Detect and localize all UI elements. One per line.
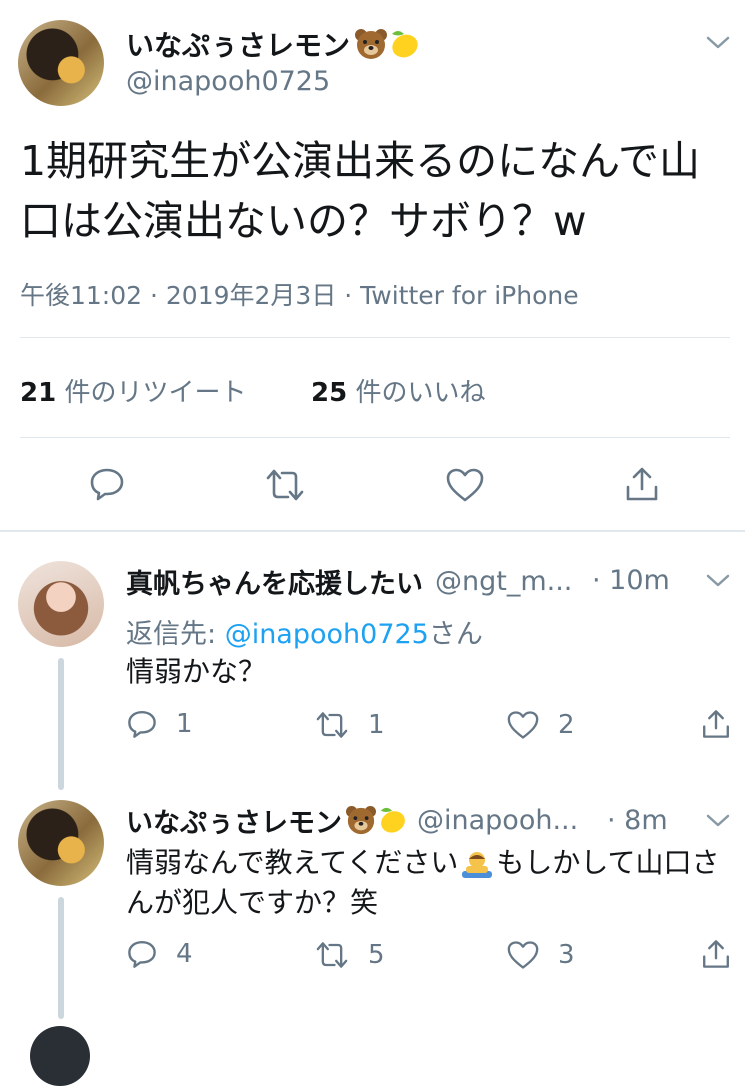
share-button[interactable] [623, 465, 661, 503]
thread-line [58, 658, 64, 790]
reply-author-avatar[interactable] [18, 561, 104, 647]
like-label: 件のいいね [355, 378, 486, 408]
bear-face-icon [345, 805, 377, 835]
like-button[interactable]: 3 [506, 940, 575, 970]
retweet-icon [266, 469, 304, 501]
retweet-stats[interactable]: 21 件のリツイート [20, 372, 246, 409]
retweet-button[interactable] [264, 467, 306, 503]
like-count: 3 [558, 940, 575, 970]
divider [20, 337, 730, 338]
like-count: 25 [311, 378, 348, 408]
reply-count: 4 [176, 939, 193, 969]
reply-author-handle: @ngt_m... [435, 565, 573, 597]
reply-time[interactable]: · 8m [607, 805, 668, 836]
retweet-icon [316, 942, 348, 968]
author-name-row[interactable]: いなぷぅさレモン [126, 24, 422, 64]
replying-to: 返信先: @inapooh0725さん [126, 612, 483, 651]
retweet-label: 件のリツイート [64, 378, 247, 408]
reply-text-line2: んが犯人ですか？笑 [126, 886, 379, 919]
thread-line [58, 897, 64, 1019]
lemon-icon [388, 28, 422, 60]
chevron-down-icon[interactable] [705, 812, 731, 830]
replying-to-label: 返信先: [126, 619, 225, 650]
author-handle[interactable]: @inapooh0725 [126, 66, 330, 97]
heart-icon [446, 468, 484, 502]
bear-face-icon [354, 28, 388, 60]
reply-icon [90, 468, 124, 501]
tweet-timestamp[interactable]: 午後11:02 · 2019年2月3日 · Twitter for iPhone [20, 276, 579, 312]
reply-author-avatar[interactable] [18, 800, 104, 886]
retweet-count: 1 [368, 710, 385, 740]
author-name: いなぷぅさレモン [126, 29, 351, 62]
reply-header[interactable]: 真帆ちゃんを応援したい @ngt_m... [126, 562, 572, 600]
chevron-down-icon[interactable] [705, 572, 731, 590]
like-stats[interactable]: 25 件のいいね [311, 372, 485, 409]
heart-icon [507, 711, 539, 739]
divider [20, 437, 730, 438]
like-button[interactable]: 2 [506, 710, 575, 740]
heart-icon [507, 941, 539, 969]
reply-icon [128, 711, 156, 738]
reply-button[interactable] [88, 465, 126, 503]
like-button[interactable] [445, 467, 485, 503]
reply-count: 1 [176, 709, 193, 739]
share-icon [703, 940, 729, 968]
reply-author-name: いなぷぅさレモン [126, 807, 342, 839]
replying-to-handle[interactable]: @inapooh0725 [225, 619, 429, 650]
divider [0, 530, 745, 532]
share-button[interactable] [700, 708, 732, 740]
reply-button[interactable]: 4 [126, 938, 193, 970]
tweet-text: 1期研究生が公演出来るのになんで山口は公演出ないの？サボり？w [20, 137, 701, 245]
reply-author-handle: @inapooh... [417, 804, 579, 836]
author-avatar[interactable] [18, 20, 104, 106]
lemon-icon [377, 805, 409, 835]
share-icon [626, 467, 658, 501]
like-count: 2 [558, 710, 575, 740]
share-icon [703, 710, 729, 738]
reply-time[interactable]: · 10m [592, 565, 670, 596]
reply-icon [128, 941, 156, 968]
person-bowing-icon [460, 849, 494, 879]
retweet-count: 21 [20, 378, 57, 408]
reply-text-part1: 情弱なんで教えてください [126, 846, 459, 879]
retweet-button[interactable]: 1 [314, 710, 385, 740]
chevron-down-icon[interactable] [705, 34, 731, 52]
reply-header[interactable]: いなぷぅさレモン @inapooh... [126, 800, 578, 840]
reply-author-name: 真帆ちゃんを応援したい [126, 568, 423, 600]
retweet-button[interactable]: 5 [314, 940, 385, 970]
share-button[interactable] [700, 938, 732, 970]
reply-text: 情弱かな？ [126, 655, 267, 688]
replying-to-suffix: さん [428, 619, 483, 650]
reply-text-part2: もしかして山口さ [496, 846, 720, 879]
retweet-count: 5 [368, 940, 385, 970]
retweet-icon [316, 712, 348, 738]
reply-button[interactable]: 1 [126, 708, 193, 740]
next-reply-avatar[interactable] [30, 1026, 90, 1086]
reply-text: 情弱なんで教えてください もしかして山口さ んが犯人ですか？笑 [126, 843, 726, 923]
